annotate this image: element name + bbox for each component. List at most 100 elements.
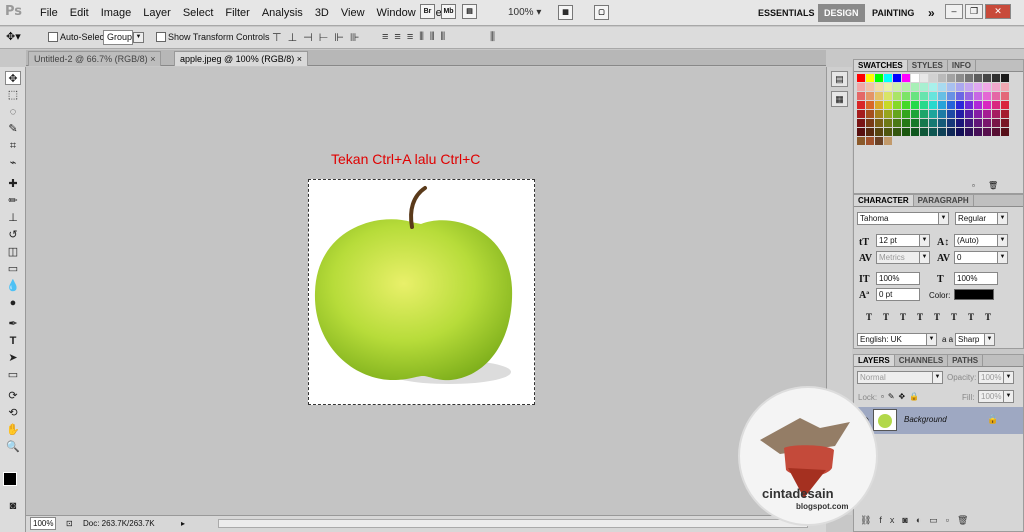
color-swatch[interactable] [857,74,865,82]
color-swatch[interactable] [884,128,892,136]
color-swatch[interactable] [866,128,874,136]
brush-tool-icon[interactable]: ✏ [5,194,21,208]
color-swatch[interactable] [947,74,955,82]
blend-mode-field[interactable]: Normal [857,371,933,384]
color-swatch[interactable] [938,92,946,100]
auto-align-icon[interactable]: ⫼ [490,31,495,44]
status-info-icon[interactable]: ⊡ [66,516,73,532]
chevron-down-icon[interactable]: ▼ [926,333,937,346]
tab-styles[interactable]: STYLES [908,60,948,71]
layer-actions-icons[interactable]: ⛓fx◙◐▭▫🗑 [860,515,976,526]
extras-icon[interactable]: ▤ [462,4,477,19]
color-swatch[interactable] [911,110,919,118]
color-swatch[interactable] [965,101,973,109]
color-swatch[interactable] [1001,74,1009,82]
menu-image[interactable]: Image [95,0,138,26]
color-swatch[interactable] [992,83,1000,91]
color-swatch[interactable] [929,119,937,127]
workspace-essentials[interactable]: ESSENTIALS [752,4,821,22]
color-swatch[interactable] [893,119,901,127]
tab-untitled-2[interactable]: Untitled-2 @ 66.7% (RGB/8) × [28,51,162,66]
zoom-level-menu[interactable]: 100% ▾ [508,0,541,26]
menu-filter[interactable]: Filter [219,0,255,26]
tab-channels[interactable]: CHANNELS [895,355,949,366]
color-swatch[interactable] [884,137,892,145]
color-swatch[interactable] [884,92,892,100]
chevron-down-icon[interactable]: ▼ [932,371,943,384]
horizontal-scale-field[interactable]: 100% [954,272,998,285]
leading-field[interactable]: (Auto) [954,234,998,247]
color-swatch[interactable] [902,83,910,91]
color-swatch[interactable] [902,110,910,118]
color-swatch[interactable] [974,101,982,109]
auto-select-dropdown[interactable]: Group [103,30,133,45]
color-swatch[interactable] [929,110,937,118]
workspace-painting[interactable]: PAINTING [866,4,920,22]
color-swatch[interactable] [974,92,982,100]
text-color-swatch[interactable] [954,289,994,300]
font-family-field[interactable]: Tahoma [857,212,939,225]
color-swatch[interactable] [866,119,874,127]
color-swatch[interactable] [893,83,901,91]
color-swatch[interactable] [884,74,892,82]
3d-rotate-tool-icon[interactable]: ⟳ [5,389,21,403]
tab-paragraph[interactable]: PARAGRAPH [914,195,974,206]
layer-row-background[interactable]: 👁 Background 🔒 [854,407,1023,434]
shape-tool-icon[interactable]: ▭ [5,368,21,382]
color-swatch[interactable] [857,119,865,127]
horizontal-scrollbar[interactable] [218,519,808,528]
menu-3d[interactable]: 3D [309,0,335,26]
color-swatch[interactable] [983,101,991,109]
healing-brush-tool-icon[interactable]: ✚ [5,177,21,191]
color-swatch[interactable] [992,92,1000,100]
chevron-down-icon[interactable]: ▼ [1003,371,1014,384]
color-swatch[interactable] [983,110,991,118]
color-swatch[interactable] [929,92,937,100]
swatch-grid[interactable] [854,74,1024,164]
color-swatch[interactable] [947,119,955,127]
color-swatch[interactable] [938,128,946,136]
color-swatch[interactable] [875,101,883,109]
status-menu-icon[interactable]: ▸ [181,516,185,532]
color-swatch[interactable] [929,74,937,82]
color-swatch[interactable] [875,128,883,136]
color-swatch[interactable] [956,74,964,82]
color-swatch[interactable] [938,101,946,109]
fill-field[interactable]: 100% [978,390,1004,403]
baseline-shift-field[interactable]: 0 pt [876,288,920,301]
color-swatch[interactable] [956,119,964,127]
tab-apple-jpeg[interactable]: apple.jpeg @ 100% (RGB/8) × [174,51,308,66]
color-swatch[interactable] [1001,110,1009,118]
color-swatch[interactable] [893,101,901,109]
color-swatch[interactable] [1001,83,1009,91]
lasso-tool-icon[interactable]: ◌ [5,105,21,119]
eraser-tool-icon[interactable]: ◫ [5,245,21,259]
lock-icons[interactable]: ▫✎✥🔒 [881,392,923,401]
color-swatch[interactable] [947,101,955,109]
tab-info[interactable]: INFO [948,60,976,71]
hand-tool-icon[interactable]: ✋ [5,423,21,437]
color-swatch[interactable] [956,128,964,136]
color-swatch[interactable] [857,137,865,145]
color-swatch[interactable] [893,92,901,100]
color-swatch[interactable] [974,83,982,91]
color-swatch[interactable] [920,92,928,100]
color-swatch[interactable] [866,137,874,145]
zoom-tool-icon[interactable]: 🔍 [5,440,21,454]
color-swatch[interactable] [902,128,910,136]
color-swatch[interactable] [974,128,982,136]
3d-orbit-tool-icon[interactable]: ⟲ [5,406,21,420]
chevron-down-icon[interactable]: ▼ [997,212,1008,225]
color-swatch[interactable] [902,101,910,109]
color-swatch[interactable] [947,92,955,100]
color-swatch[interactable] [911,83,919,91]
chevron-down-icon[interactable]: ▼ [997,251,1008,264]
color-swatch[interactable] [983,128,991,136]
color-swatch[interactable] [875,110,883,118]
more-workspaces-icon[interactable]: » [922,4,941,22]
type-tool-icon[interactable]: T [5,334,21,348]
path-selection-tool-icon[interactable]: ➤ [5,351,21,365]
vertical-scale-field[interactable]: 100% [876,272,920,285]
color-swatch[interactable] [974,110,982,118]
color-swatch[interactable] [929,128,937,136]
